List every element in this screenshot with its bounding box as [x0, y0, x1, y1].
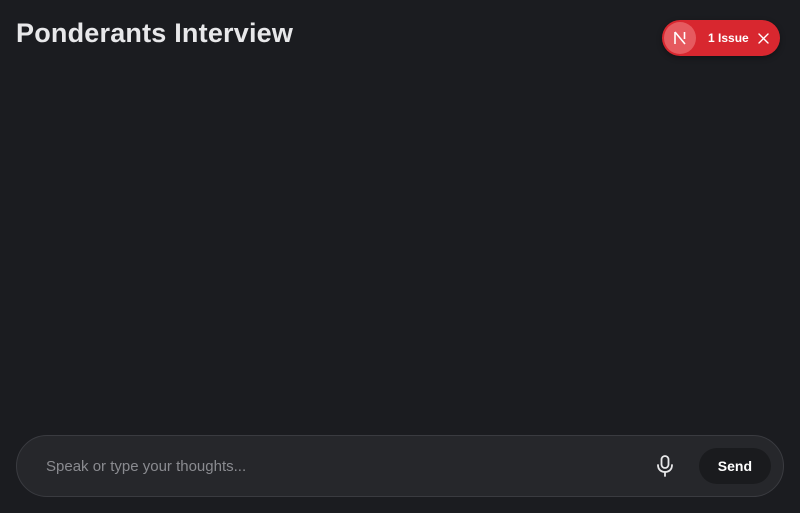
- microphone-icon[interactable]: [647, 448, 683, 484]
- message-input[interactable]: [46, 446, 647, 486]
- issue-count-label[interactable]: 1 Issue: [708, 31, 749, 45]
- issues-indicator-pill[interactable]: 1 Issue: [662, 20, 780, 56]
- app-root: Ponderants Interview 1 Issue Send: [0, 0, 800, 513]
- message-composer: Send: [16, 435, 784, 497]
- nextjs-logo-icon[interactable]: [664, 22, 696, 54]
- page-title: Ponderants Interview: [16, 18, 294, 48]
- close-icon[interactable]: [756, 31, 770, 45]
- send-button[interactable]: Send: [698, 448, 771, 484]
- nextjs-n-glyph: [674, 31, 686, 45]
